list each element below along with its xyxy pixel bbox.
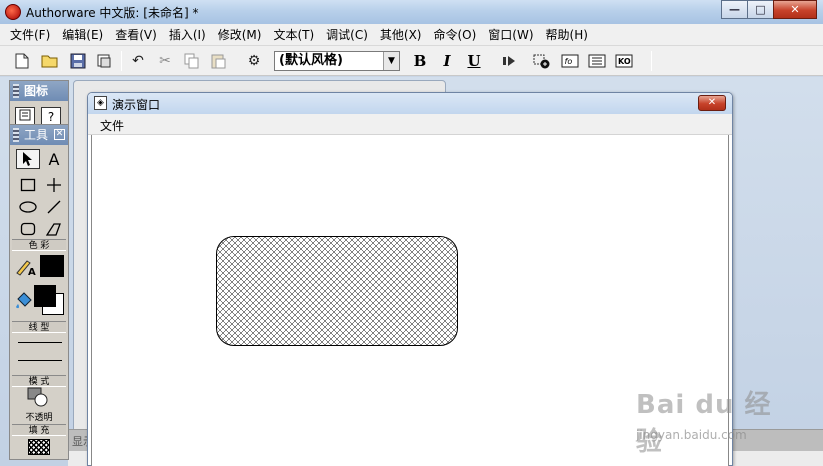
close-icon[interactable]: ✕ <box>54 129 65 140</box>
control-panel-icon[interactable] <box>532 51 552 71</box>
run-icon[interactable] <box>499 51 519 71</box>
functions-icon[interactable]: fo <box>560 51 580 71</box>
menu-bar: 文件(F) 编辑(E) 查看(V) 插入(I) 修改(M) 文本(T) 调试(C… <box>0 24 823 46</box>
menu-control[interactable]: 调试(C) <box>320 25 374 45</box>
drag-grip-icon[interactable] <box>13 84 19 98</box>
svg-text:fo: fo <box>565 57 573 66</box>
tools-panel: 工具 ✕ A 色 彩 A 线 型 模 式 不透明 填 充 <box>9 124 69 460</box>
presentation-window-titlebar[interactable]: ◈ 演示窗口 ✕ <box>88 93 732 114</box>
ellipse-tool-icon[interactable] <box>16 197 40 217</box>
import-icon[interactable] <box>94 51 114 71</box>
variables-icon[interactable] <box>587 51 607 71</box>
menu-xtras[interactable]: 其他(X) <box>374 25 428 45</box>
presentation-window-icon: ◈ <box>94 96 107 110</box>
menu-text[interactable]: 文本(T) <box>267 25 320 45</box>
italic-button[interactable]: I <box>437 51 457 71</box>
chevron-down-icon[interactable]: ▼ <box>383 52 399 70</box>
fill-pattern-swatch[interactable] <box>28 439 50 455</box>
text-style-value: (默认风格) <box>279 53 343 68</box>
line-style-medium[interactable] <box>18 360 62 361</box>
menu-insert[interactable]: 插入(I) <box>163 25 212 45</box>
polygon-tool-icon[interactable] <box>42 219 66 239</box>
save-all-icon[interactable] <box>68 51 88 71</box>
bold-button[interactable]: B <box>410 51 430 71</box>
icon-palette-header[interactable]: 图标 <box>10 81 68 101</box>
presentation-window[interactable]: ◈ 演示窗口 ✕ 文件 <box>87 92 733 466</box>
opaque-mode-icon[interactable] <box>26 387 50 407</box>
knowledge-objects-icon[interactable]: KO <box>614 51 634 71</box>
rectangle-tool-icon[interactable] <box>16 175 40 195</box>
find-icon[interactable]: ⚙ <box>244 51 264 71</box>
app-title: Authorware 中文版: [未命名] * <box>26 6 199 20</box>
tools-panel-header[interactable]: 工具 ✕ <box>10 125 68 145</box>
icon-palette-title: 图标 <box>24 84 49 98</box>
icon-palette: 图标 ? <box>9 80 69 130</box>
presentation-close-button[interactable]: ✕ <box>698 95 726 111</box>
presentation-window-title: 演示窗口 <box>112 98 161 112</box>
color-section-label: 色 彩 <box>12 239 66 251</box>
menu-view[interactable]: 查看(V) <box>109 25 163 45</box>
rounded-rectangle-tool-icon[interactable] <box>16 219 40 239</box>
line-section-label: 线 型 <box>12 321 66 333</box>
underline-button[interactable]: U <box>464 51 484 71</box>
crosshair-tool-icon[interactable] <box>42 175 66 195</box>
paste-icon[interactable] <box>208 51 228 71</box>
copy-icon[interactable] <box>182 51 202 71</box>
minimize-button[interactable]: — <box>721 0 748 19</box>
tools-panel-title: 工具 <box>24 128 49 142</box>
menu-commands[interactable]: 命令(O) <box>427 25 482 45</box>
menu-file[interactable]: 文件(F) <box>4 25 56 45</box>
mode-section-label: 模 式 <box>12 375 66 387</box>
undo-icon[interactable]: ↶ <box>128 51 148 71</box>
close-button[interactable]: ✕ <box>773 0 817 19</box>
svg-text:KO: KO <box>618 57 631 66</box>
presentation-menu-bar: 文件 <box>88 114 732 135</box>
toolbar: ↶ ✂ ⚙ (默认风格) ▼ B I U fo KO <box>0 46 823 76</box>
app-title-bar: Authorware 中文版: [未命名] * — □ ✕ <box>0 0 823 24</box>
drag-grip-icon[interactable] <box>13 128 19 142</box>
fill-section-label: 填 充 <box>12 424 66 436</box>
menu-modify[interactable]: 修改(M) <box>212 25 268 45</box>
open-file-icon[interactable] <box>40 51 60 71</box>
window-controls: — □ ✕ <box>721 0 817 19</box>
pointer-tool[interactable] <box>16 149 40 169</box>
patterned-rounded-rectangle[interactable] <box>216 236 458 346</box>
toolbar-separator <box>651 51 652 71</box>
text-style-select[interactable]: (默认风格) ▼ <box>274 51 400 71</box>
presentation-menu-file[interactable]: 文件 <box>100 117 124 134</box>
paint-bucket-icon[interactable] <box>12 291 36 311</box>
pencil-color-icon[interactable]: A <box>14 257 38 277</box>
menu-help[interactable]: 帮助(H) <box>540 25 594 45</box>
menu-window[interactable]: 窗口(W) <box>482 25 539 45</box>
presentation-canvas[interactable] <box>91 135 729 466</box>
line-color-swatch[interactable] <box>40 255 64 277</box>
mode-value: 不透明 <box>25 413 53 423</box>
foreground-color-swatch[interactable] <box>34 285 56 307</box>
toolbar-separator <box>121 51 122 71</box>
line-style-thin[interactable] <box>18 342 62 343</box>
svg-text:A: A <box>28 267 36 277</box>
cut-icon[interactable]: ✂ <box>155 51 175 71</box>
text-tool[interactable]: A <box>42 149 66 169</box>
new-file-icon[interactable] <box>12 51 32 71</box>
maximize-button[interactable]: □ <box>747 0 774 19</box>
line-tool-icon[interactable] <box>42 197 66 217</box>
app-icon <box>5 4 21 20</box>
menu-edit[interactable]: 编辑(E) <box>56 25 109 45</box>
